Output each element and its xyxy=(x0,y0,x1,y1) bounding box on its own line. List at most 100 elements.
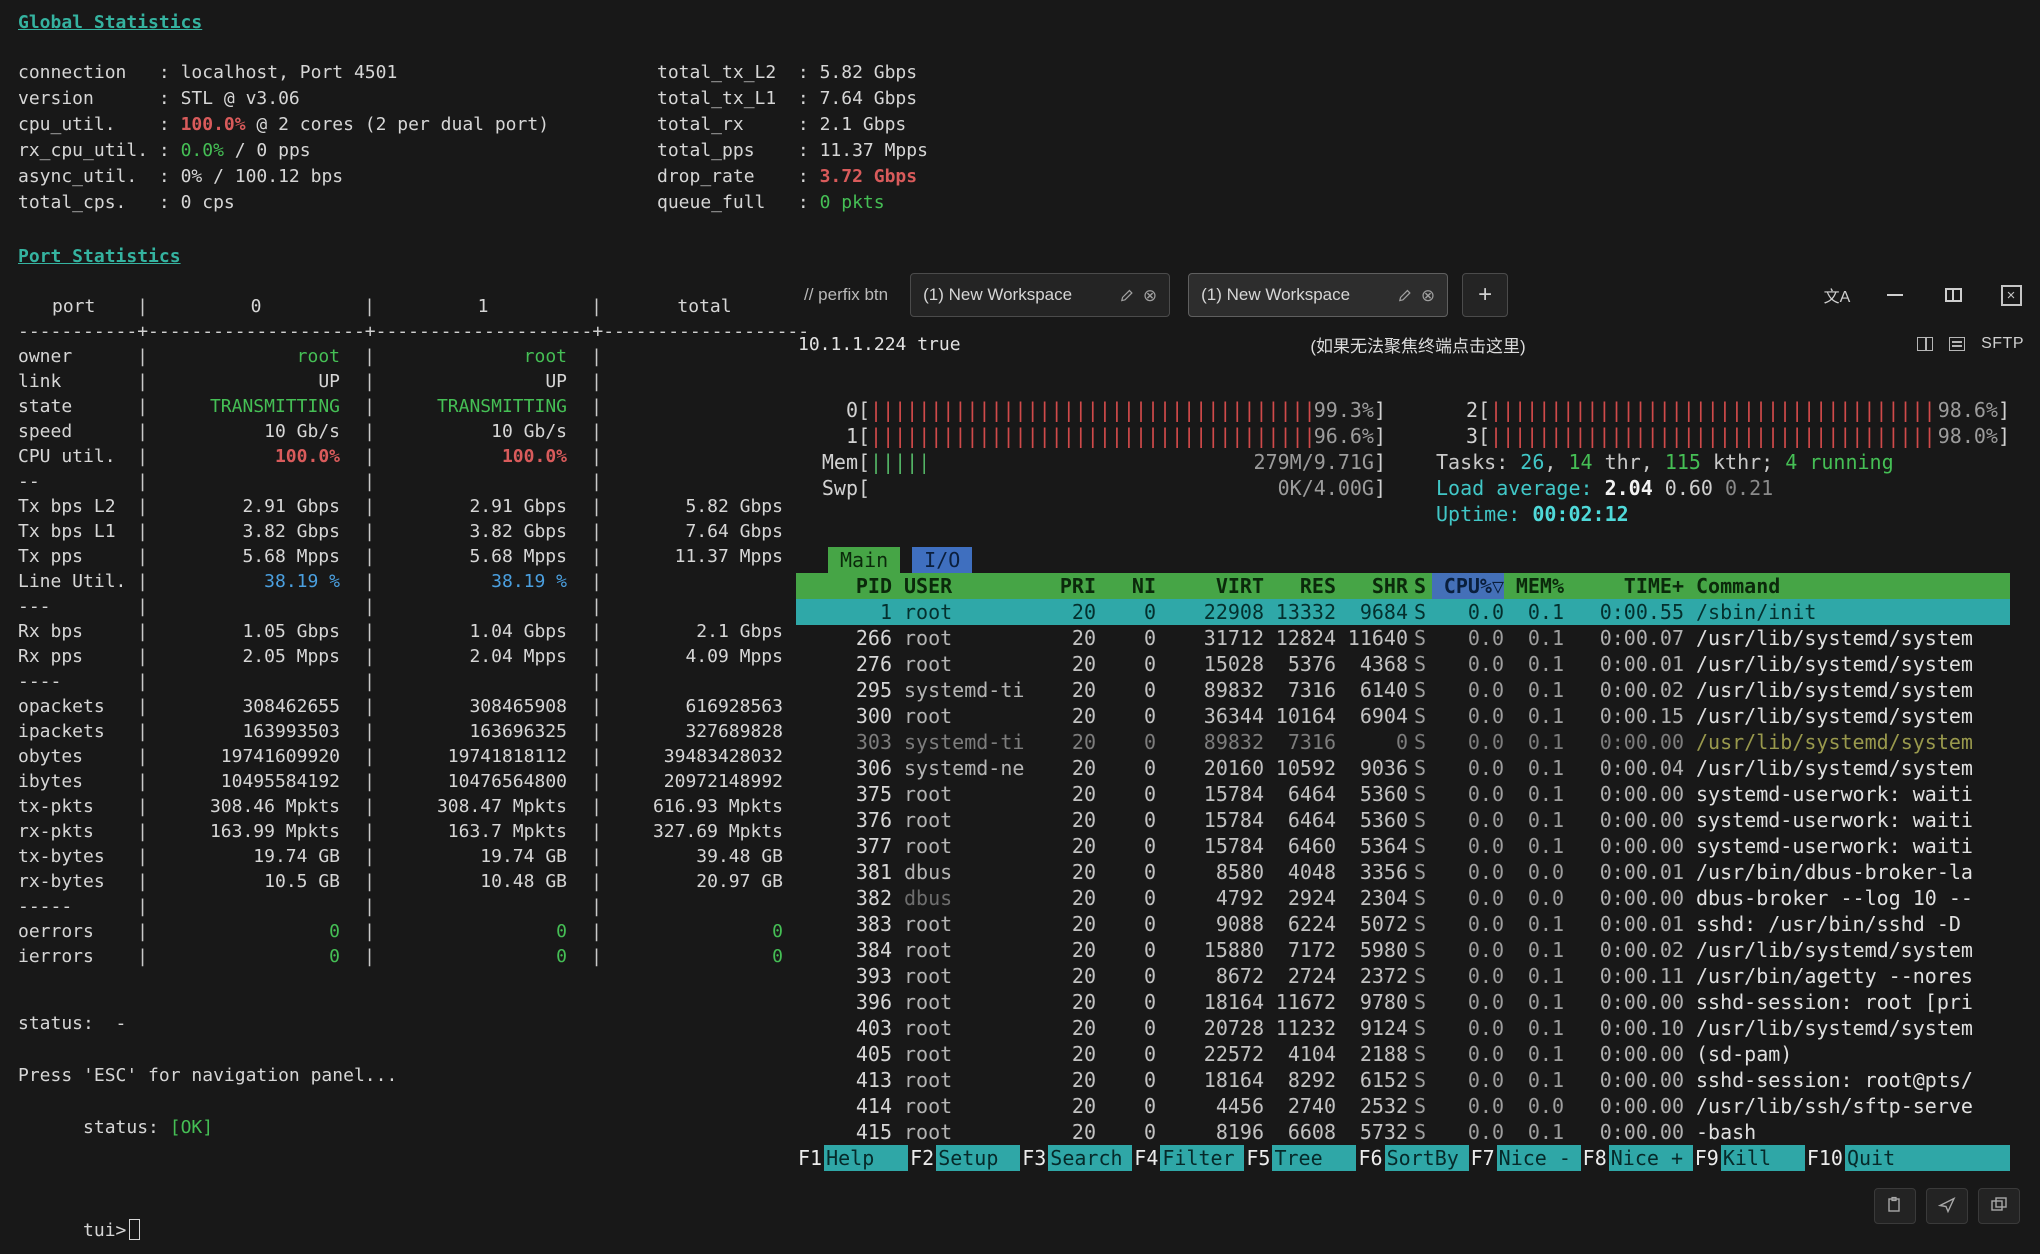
cell-res: 6608 xyxy=(1264,1119,1336,1145)
cell-port0: 10 Gb/s xyxy=(148,419,364,444)
focus-hint[interactable]: (如果无法聚焦终端点击这里) xyxy=(796,332,2040,357)
edit-workspace-icon[interactable] xyxy=(1397,288,1412,303)
cell-virt: 20160 xyxy=(1156,755,1264,781)
meter-bracket-open: [ xyxy=(858,397,870,423)
minimize-button[interactable] xyxy=(1880,280,1910,310)
fkey-kill[interactable]: F9Kill xyxy=(1693,1145,1805,1171)
process-row-414[interactable]: 414root200445627402532S0.00.00:00.00/usr… xyxy=(796,1093,2010,1119)
cell-ni: 0 xyxy=(1096,781,1156,807)
process-row-403[interactable]: 403root20020728112329124S0.00.10:00.10/u… xyxy=(796,1015,2010,1041)
column-header-pri[interactable]: PRI xyxy=(1036,573,1096,599)
column-header-s[interactable]: S xyxy=(1408,573,1432,599)
process-row-300[interactable]: 300root20036344101646904S0.00.10:00.15/u… xyxy=(796,703,2010,729)
process-row-276[interactable]: 276root2001502853764368S0.00.10:00.01/us… xyxy=(796,651,2010,677)
close-workspace-icon[interactable]: ⊗ xyxy=(1143,287,1157,304)
edit-workspace-icon[interactable] xyxy=(1119,288,1134,303)
cell-port0 xyxy=(148,669,364,694)
capture-button[interactable] xyxy=(1978,1188,2020,1224)
cell-shr: 5360 xyxy=(1336,807,1408,833)
process-row-415[interactable]: 415root200819666085732S0.00.10:00.00-bas… xyxy=(796,1119,2010,1145)
fkey-help[interactable]: F1Help xyxy=(796,1145,908,1171)
cell-user: systemd-ti xyxy=(892,729,1036,755)
column-header-cmd[interactable]: Command xyxy=(1684,573,2010,599)
process-row-295[interactable]: 295systemd-ti2008983273166140S0.00.10:00… xyxy=(796,677,2010,703)
cell-port0: 308462655 xyxy=(148,694,364,719)
process-row-382[interactable]: 382dbus200479229242304S0.00.00:00.00dbus… xyxy=(796,885,2010,911)
process-row-396[interactable]: 396root20018164116729780S0.00.10:00.00ss… xyxy=(796,989,2010,1015)
column-header-mem[interactable]: MEM% xyxy=(1504,573,1564,599)
split-view-icon[interactable] xyxy=(1917,337,1933,351)
column-header-virt[interactable]: VIRT xyxy=(1156,573,1264,599)
fkey-nice[interactable]: F7Nice - xyxy=(1469,1145,1581,1171)
new-tab-button[interactable]: + xyxy=(1462,273,1508,317)
fkey-setup[interactable]: F2Setup xyxy=(908,1145,1020,1171)
stat-colon: : xyxy=(159,192,181,213)
column-header-shr[interactable]: SHR xyxy=(1336,573,1408,599)
workspace-tab-1[interactable]: (1) New Workspace⊗ xyxy=(910,273,1170,317)
maximize-button[interactable] xyxy=(1938,280,1968,310)
cell-s: S xyxy=(1408,885,1432,911)
fkey-nice[interactable]: F8Nice + xyxy=(1581,1145,1693,1171)
close-workspace-icon[interactable]: ⊗ xyxy=(1421,287,1435,304)
cell-pri: 20 xyxy=(1036,1015,1096,1041)
process-row-384[interactable]: 384root2001588071725980S0.00.10:00.02/us… xyxy=(796,937,2010,963)
layout-list-icon[interactable] xyxy=(1949,337,1965,351)
cell-cmd: /usr/lib/systemd/system xyxy=(1684,625,2010,651)
port-row-LineUtil: Line Util.|38.19 %|38.19 %| xyxy=(18,569,818,594)
cell-pid: 382 xyxy=(796,885,892,911)
cell-port1 xyxy=(375,669,591,694)
terminal-status-row: 10.1.1.224 true (如果无法聚焦终端点击这里) SFTP xyxy=(796,321,2040,367)
cell-port0: 163.99 Mpkts xyxy=(148,819,364,844)
column-header-ni[interactable]: NI xyxy=(1096,573,1156,599)
process-row-381[interactable]: 381dbus200858040483356S0.00.00:00.01/usr… xyxy=(796,859,2010,885)
translate-button[interactable]: 文A xyxy=(1822,280,1852,310)
cell-port1: 163696325 xyxy=(375,719,591,744)
column-separator: | xyxy=(591,544,602,569)
process-row-393[interactable]: 393root200867227242372S0.00.10:00.11/usr… xyxy=(796,963,2010,989)
fkey-search[interactable]: F3Search xyxy=(1020,1145,1132,1171)
process-row-413[interactable]: 413root2001816482926152S0.00.10:00.00ssh… xyxy=(796,1067,2010,1093)
process-row-306[interactable]: 306systemd-ne20020160105929036S0.00.10:0… xyxy=(796,755,2010,781)
column-header-user[interactable]: USER xyxy=(892,573,1036,599)
cell-shr: 5732 xyxy=(1336,1119,1408,1145)
column-separator: | xyxy=(364,294,375,319)
cell-pid: 383 xyxy=(796,911,892,937)
process-row-405[interactable]: 405root2002257241042188S0.00.10:00.00(sd… xyxy=(796,1041,2010,1067)
port-row-oerrors: oerrors|0|0|0 xyxy=(18,919,818,944)
send-button[interactable] xyxy=(1926,1188,1968,1224)
cell-user: systemd-ti xyxy=(892,677,1036,703)
stat-value: 0 cps xyxy=(181,192,235,213)
process-row-377[interactable]: 377root2001578464605364S0.00.10:00.00sys… xyxy=(796,833,2010,859)
process-row-376[interactable]: 376root2001578464645360S0.00.10:00.00sys… xyxy=(796,807,2010,833)
process-row-383[interactable]: 383root200908862245072S0.00.10:00.01sshd… xyxy=(796,911,2010,937)
process-row-1[interactable]: 1root20022908133329684S0.00.10:00.55/sbi… xyxy=(796,599,2010,625)
process-row-375[interactable]: 375root2001578464645360S0.00.10:00.00sys… xyxy=(796,781,2010,807)
meter-body: ||||||||||||||||||||||||||||||||||||||||… xyxy=(870,449,1374,475)
column-header-time[interactable]: TIME+ xyxy=(1564,573,1684,599)
process-row-266[interactable]: 266root200317121282411640S0.00.10:00.07/… xyxy=(796,625,2010,651)
fkey-quit[interactable]: F10Quit xyxy=(1805,1145,2010,1171)
htop-tab-io[interactable]: I/O xyxy=(912,547,972,573)
close-button[interactable]: × xyxy=(1996,280,2026,310)
cell-shr: 11640 xyxy=(1336,625,1408,651)
column-header-cpu[interactable]: CPU%▽ xyxy=(1432,573,1504,599)
workspace-tab-2[interactable]: (1) New Workspace⊗ xyxy=(1188,273,1448,317)
stat-key: connection xyxy=(18,60,159,86)
cell-time: 0:00.00 xyxy=(1564,1119,1684,1145)
tui-prompt[interactable]: tui> xyxy=(18,1192,818,1254)
clipboard-button[interactable] xyxy=(1874,1188,1916,1224)
fkey-tree[interactable]: F5Tree xyxy=(1244,1145,1356,1171)
column-separator: | xyxy=(364,644,375,669)
sftp-button[interactable]: SFTP xyxy=(1981,335,2024,353)
cell-port1: 100.0% xyxy=(375,444,591,469)
process-row-303[interactable]: 303systemd-ti2008983273160S0.00.10:00.00… xyxy=(796,729,2010,755)
column-header-pid[interactable]: PID xyxy=(796,573,892,599)
cell-virt: 36344 xyxy=(1156,703,1264,729)
fkey-filter[interactable]: F4Filter xyxy=(1132,1145,1244,1171)
cell-cpu: 0.0 xyxy=(1432,651,1504,677)
cpu2-meter: 2[||||||||||||||||||||||||||||||||||||||… xyxy=(1436,397,2010,423)
cell-cmd: /usr/lib/systemd/system xyxy=(1684,1015,2010,1041)
column-header-res[interactable]: RES xyxy=(1264,573,1336,599)
htop-tab-main[interactable]: Main xyxy=(828,547,900,573)
fkey-sortby[interactable]: F6SortBy xyxy=(1356,1145,1468,1171)
